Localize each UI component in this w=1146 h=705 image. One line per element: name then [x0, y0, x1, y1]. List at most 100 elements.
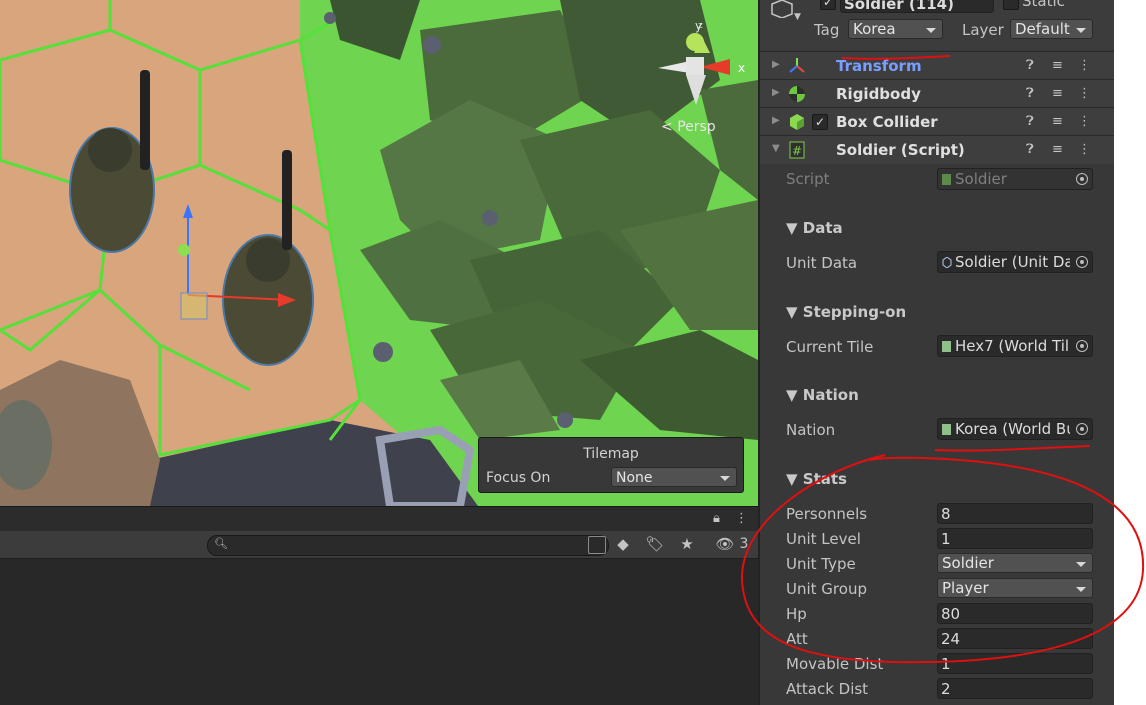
- component-name: Transform: [836, 57, 922, 75]
- section-data[interactable]: ▼ Data: [786, 219, 843, 237]
- script-file-icon: [942, 174, 951, 185]
- icon-dropdown-icon[interactable]: ▼: [794, 12, 801, 22]
- help-icon[interactable]: ❓︎: [1026, 86, 1034, 101]
- unit-type-dropdown[interactable]: Soldier: [937, 553, 1093, 573]
- stat-label: Unit Type: [786, 555, 856, 573]
- preset-sliders-icon[interactable]: ≡: [1052, 58, 1063, 73]
- preset-sliders-icon[interactable]: ≡: [1052, 86, 1063, 101]
- section-stats[interactable]: ▼ Stats: [786, 470, 847, 488]
- kebab-menu-icon[interactable]: ⋮: [1078, 142, 1091, 157]
- kebab-menu-icon[interactable]: ⋮: [1078, 114, 1091, 129]
- stat-label: Unit Group: [786, 580, 867, 598]
- help-icon[interactable]: ❓︎: [1026, 114, 1034, 129]
- stat-label: Attack Dist: [786, 680, 869, 698]
- scrollbar-thumb[interactable]: [1114, 0, 1146, 705]
- hidden-count: 3: [739, 536, 749, 552]
- search-icon: 🔍︎: [214, 537, 228, 550]
- tag-dropdown[interactable]: Korea: [848, 19, 943, 39]
- script-file-icon: [942, 424, 951, 435]
- kebab-menu-icon[interactable]: ⋮: [1078, 58, 1091, 73]
- unit-data-label: Unit Data: [786, 254, 858, 272]
- att-input[interactable]: 24: [937, 628, 1093, 649]
- hp-input[interactable]: 80: [937, 603, 1093, 624]
- help-icon[interactable]: ❓︎: [1026, 142, 1034, 157]
- lock-icon[interactable]: 🔒︎: [713, 511, 720, 526]
- section-stepping-on[interactable]: ▼ Stepping-on: [786, 303, 906, 321]
- layer-dropdown[interactable]: Default: [1010, 19, 1093, 39]
- foldout-expanded-icon: ▼: [786, 386, 798, 404]
- personnels-input[interactable]: 8: [937, 503, 1093, 524]
- layer-label: Layer: [962, 21, 1004, 39]
- object-picker-icon[interactable]: [1076, 423, 1088, 435]
- persp-chevron-icon: <: [661, 119, 673, 135]
- foldout-expanded-icon: ▼: [786, 303, 798, 321]
- section-stats-label: Stats: [802, 470, 847, 488]
- kebab-menu-icon[interactable]: ⋮: [735, 511, 748, 526]
- nation-field[interactable]: Korea (World Bu: [937, 418, 1093, 440]
- box-collider-icon: [790, 114, 804, 130]
- focus-on-value: None: [616, 470, 653, 486]
- persp-text: Persp: [677, 119, 716, 135]
- unit-level-input[interactable]: 1: [937, 528, 1093, 549]
- current-tile-label: Current Tile: [786, 338, 874, 356]
- section-data-label: Data: [802, 219, 843, 237]
- scene-view[interactable]: y x z < Persp Tilemap Focus On None: [0, 0, 758, 506]
- current-tile-value: Hex7 (World Tile: [955, 337, 1070, 355]
- help-icon[interactable]: ❓︎: [1026, 58, 1034, 73]
- kebab-menu-icon[interactable]: ⋮: [1078, 86, 1091, 101]
- tag-label: Tag: [814, 21, 840, 39]
- search-expand-icon[interactable]: [588, 536, 606, 554]
- panel-header: 🔒︎ ⋮: [0, 506, 758, 531]
- attack-dist-input[interactable]: 2: [937, 678, 1093, 699]
- tag-value: Korea: [853, 20, 896, 38]
- movable-dist-input[interactable]: 1: [937, 653, 1093, 674]
- unit-data-field[interactable]: Soldier (Unit Da: [937, 251, 1093, 273]
- shapes-filter-icon[interactable]: ◆: [612, 534, 634, 554]
- search-input[interactable]: 🔍︎: [207, 535, 609, 556]
- section-stepping-label: Stepping-on: [802, 303, 907, 321]
- section-nation[interactable]: ▼ Nation: [786, 386, 859, 404]
- hierarchy-panel: 🔒︎ ⋮ 🔍︎ ◆ 🏷︎ ★ 👁︎ 3: [0, 506, 758, 705]
- object-picker-icon[interactable]: [1076, 256, 1088, 268]
- unit-group-dropdown[interactable]: Player: [937, 578, 1093, 598]
- enabled-checkbox[interactable]: ✓: [812, 114, 828, 130]
- preset-sliders-icon[interactable]: ≡: [1052, 114, 1063, 129]
- component-transform[interactable]: ▶ Transform ❓︎ ≡ ⋮: [760, 51, 1116, 80]
- tilemap-overlay: Tilemap Focus On None: [478, 437, 744, 493]
- focus-on-dropdown[interactable]: None: [611, 467, 737, 487]
- script-label: Script: [786, 170, 830, 188]
- current-tile-field[interactable]: Hex7 (World Tile: [937, 335, 1093, 357]
- inspector-scrollbar[interactable]: [1114, 0, 1146, 705]
- component-soldier-script[interactable]: ▼ # Soldier (Script) ❓︎ ≡ ⋮: [760, 135, 1116, 164]
- object-header: ▼ ✓ Soldier (114) Static Tag Korea Layer…: [760, 0, 1116, 50]
- object-picker-icon: [1076, 173, 1088, 185]
- preset-sliders-icon[interactable]: ≡: [1052, 142, 1063, 157]
- component-name: Box Collider: [836, 113, 938, 131]
- foldout-arrow-icon[interactable]: ▶: [772, 115, 780, 126]
- stat-label: Hp: [786, 605, 807, 623]
- active-checkbox[interactable]: ✓: [820, 0, 836, 10]
- chevron-down-icon: [720, 476, 730, 481]
- panel-toolbar: 🔍︎ ◆ 🏷︎ ★ 👁︎ 3: [0, 531, 758, 559]
- orientation-gizmo[interactable]: y x z: [650, 15, 750, 125]
- tag-icon[interactable]: 🏷︎: [644, 534, 666, 554]
- component-name: Rigidbody: [836, 85, 921, 103]
- script-field: Soldier: [937, 168, 1093, 190]
- static-checkbox[interactable]: [1003, 0, 1019, 10]
- projection-label[interactable]: < Persp: [661, 119, 716, 135]
- nation-label: Nation: [786, 421, 836, 439]
- component-box-collider[interactable]: ▶ ✓ Box Collider ❓︎ ≡ ⋮: [760, 107, 1116, 136]
- chevron-down-icon: [1076, 28, 1086, 33]
- gizmo-x-label: x: [738, 61, 745, 75]
- object-name-field[interactable]: Soldier (114): [840, 0, 994, 13]
- foldout-arrow-icon[interactable]: ▶: [772, 87, 780, 98]
- foldout-expanded-icon[interactable]: ▼: [772, 143, 780, 154]
- component-rigidbody[interactable]: ▶ Rigidbody ❓︎ ≡ ⋮: [760, 79, 1116, 108]
- script-icon: #: [789, 141, 805, 159]
- gizmo-z-label: z: [698, 21, 703, 31]
- script-value: Soldier: [955, 170, 1007, 188]
- static-label: Static: [1022, 0, 1065, 10]
- foldout-arrow-icon[interactable]: ▶: [772, 59, 780, 70]
- star-icon[interactable]: ★: [676, 534, 698, 554]
- object-picker-icon[interactable]: [1076, 340, 1088, 352]
